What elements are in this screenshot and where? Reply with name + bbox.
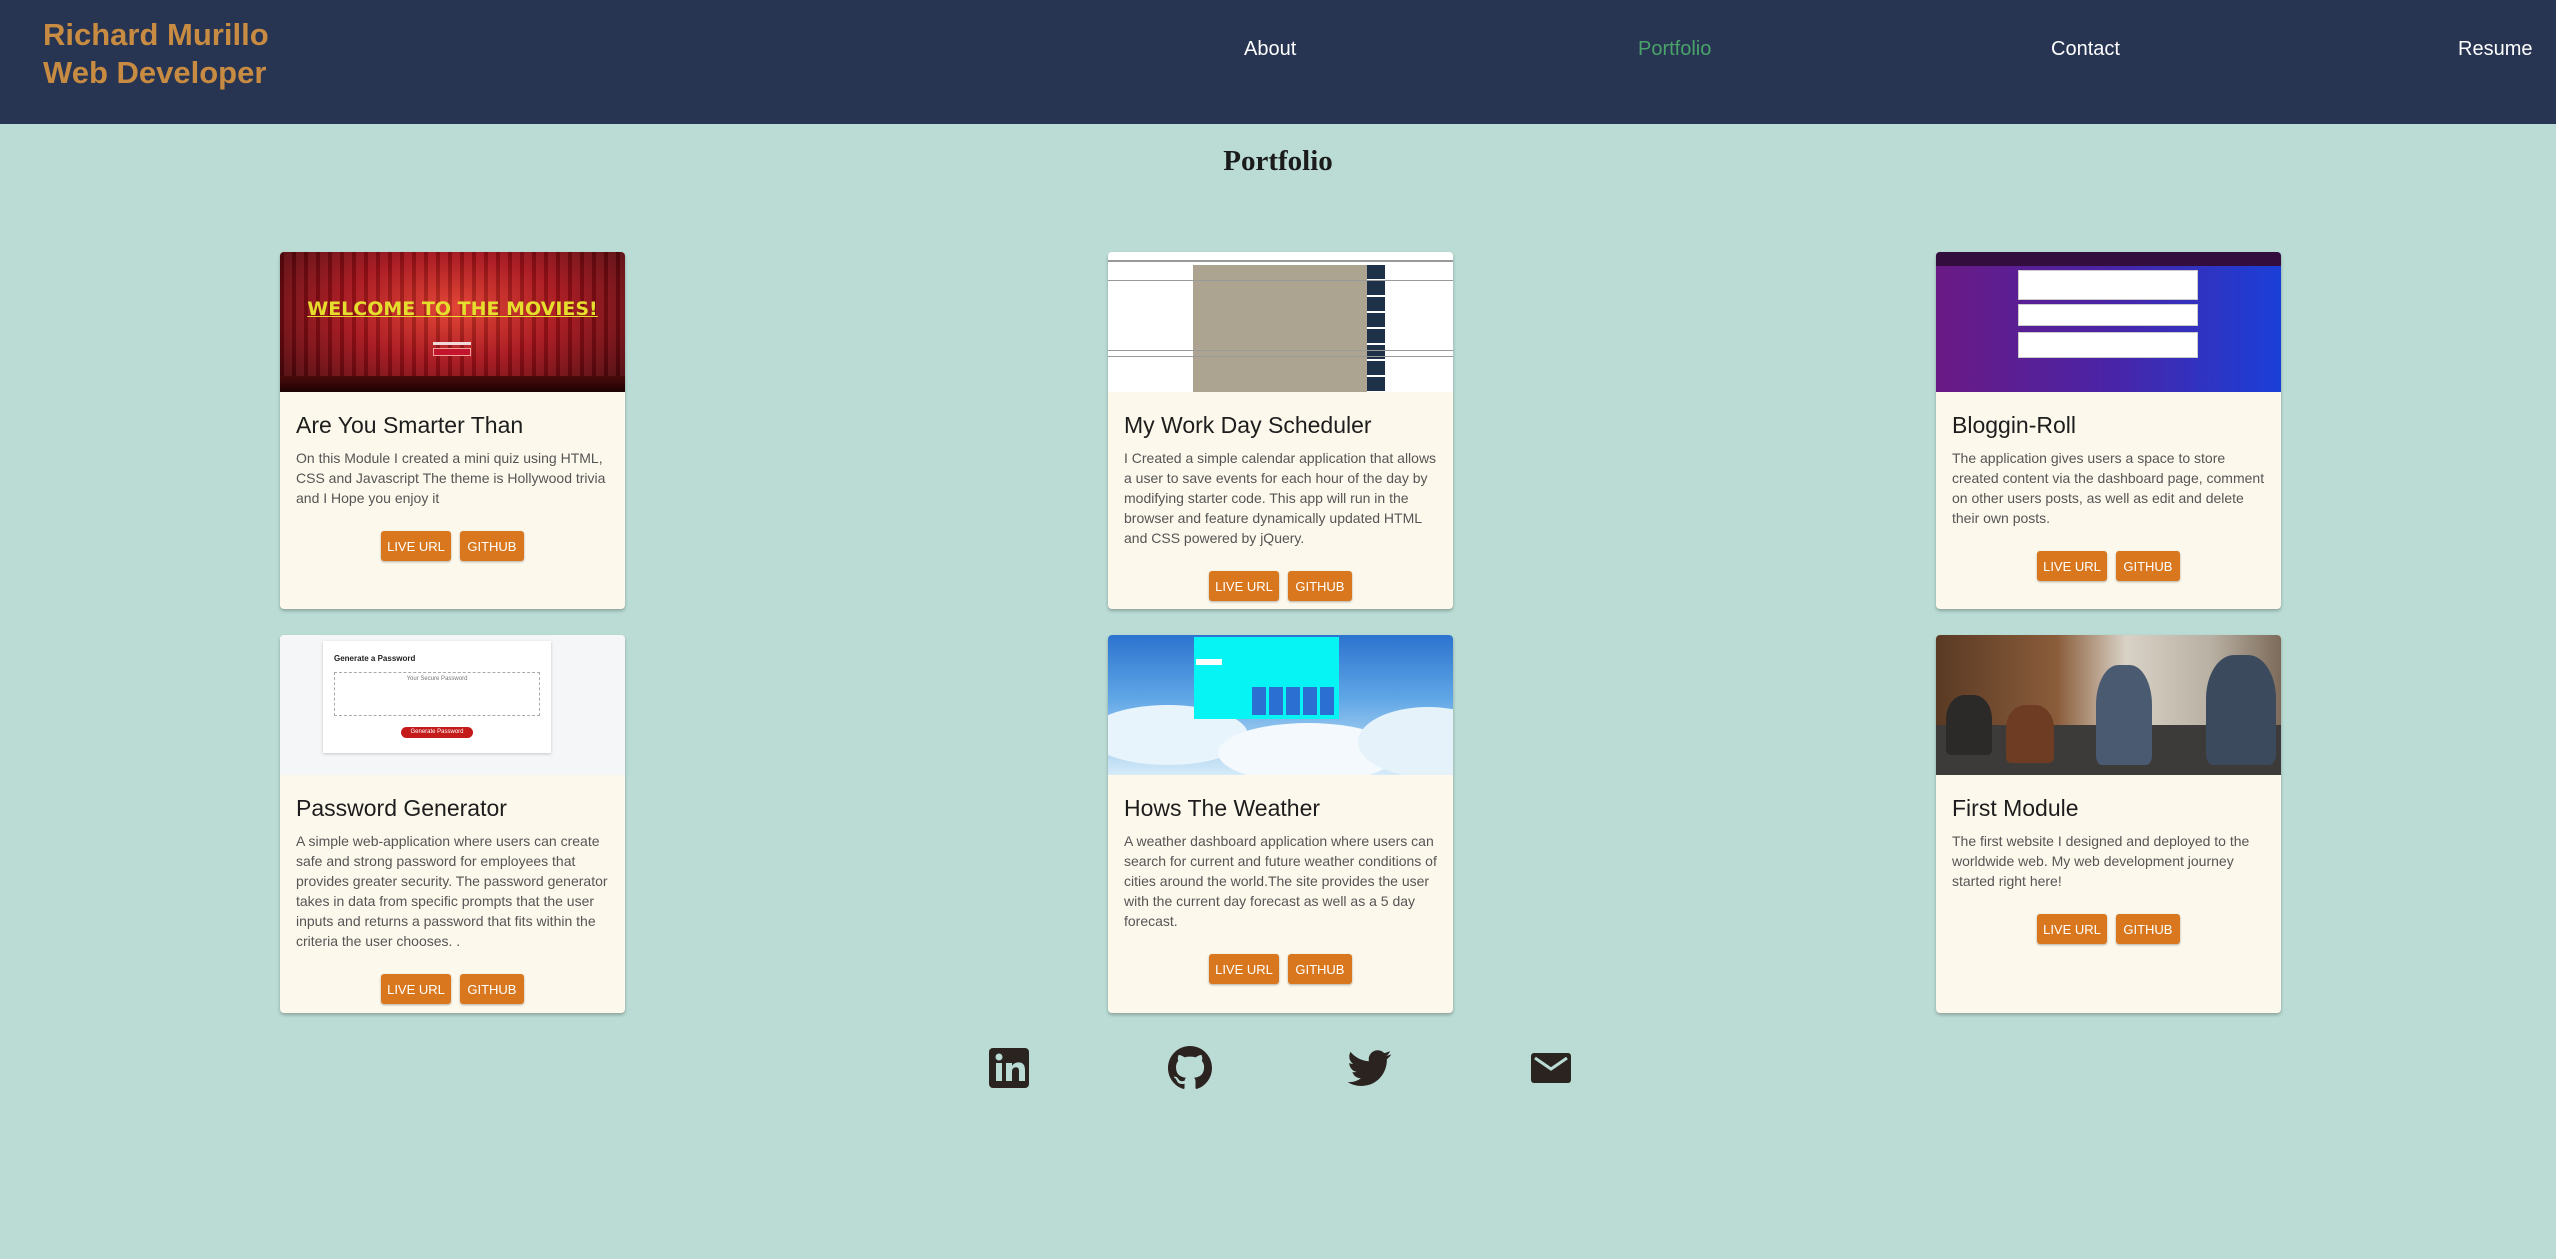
live-url-button[interactable]: LIVE URL [2037,914,2107,944]
github-button[interactable]: GITHUB [459,531,524,561]
password-thumb-heading: Generate a Password [334,654,416,663]
project-actions: LIVE URL GITHUB [1936,914,2281,944]
live-url-button[interactable]: LIVE URL [381,974,451,1004]
project-description: A weather dashboard application where us… [1124,833,1437,929]
github-button[interactable]: GITHUB [459,974,524,1004]
linkedin-icon[interactable] [987,1046,1031,1090]
project-description: On this Module I created a mini quiz usi… [296,450,606,506]
brand-tagline: Web Developer [43,55,267,90]
github-button[interactable]: GITHUB [1287,571,1352,601]
project-thumbnail-scheduler [1108,252,1453,392]
github-button[interactable]: GITHUB [2115,551,2180,581]
page-title: Portfolio [1223,145,1333,177]
nav-about-link[interactable]: About [1244,38,1296,61]
twitter-icon[interactable] [1347,1046,1392,1090]
live-url-button[interactable]: LIVE URL [2037,551,2107,581]
project-actions: LIVE URL GITHUB [1936,551,2281,581]
nav-portfolio-link[interactable]: Portfolio [1638,38,1711,61]
project-card-bloggin: Bloggin-Roll The application gives users… [1936,252,2281,609]
project-card-scheduler: My Work Day Scheduler I Created a simple… [1108,252,1453,609]
project-description: The first website I designed and deploye… [1952,833,2250,889]
live-url-button[interactable]: LIVE URL [381,531,451,561]
email-icon[interactable] [1529,1046,1573,1090]
project-description: I Created a simple calendar application … [1124,450,1437,546]
live-url-button[interactable]: LIVE URL [1209,571,1279,601]
nav-resume-link[interactable]: Resume [2458,38,2532,61]
movies-banner-text: WELCOME TO THE MOVIES! [307,298,598,320]
project-description: A simple web-application where users can… [296,833,608,949]
project-title: Bloggin-Roll [1952,412,2077,438]
project-card-first-module: First Module The first website I designe… [1936,635,2281,1013]
project-actions: LIVE URL GITHUB [280,531,625,561]
project-actions: LIVE URL GITHUB [280,974,625,1004]
project-card-weather: Hows The Weather A weather dashboard app… [1108,635,1453,1013]
project-thumbnail-blog [1936,252,2281,392]
project-thumbnail-team-photo [1936,635,2281,775]
project-description: The application gives users a space to s… [1952,450,2265,526]
project-card-password: Generate a Password Your Secure Password… [280,635,625,1013]
project-thumbnail-password: Generate a Password Your Secure Password… [280,635,625,775]
brand-name: Richard Murillo [43,17,269,52]
project-title: Password Generator [296,795,507,821]
project-title: My Work Day Scheduler [1124,412,1372,438]
project-title: Are You Smarter Than [296,412,524,438]
project-thumbnail-weather [1108,635,1453,775]
project-thumbnail-movies: WELCOME TO THE MOVIES! [280,252,625,392]
project-actions: LIVE URL GITHUB [1108,571,1453,601]
project-title: First Module [1952,795,2079,821]
live-url-button[interactable]: LIVE URL [1209,954,1279,984]
github-icon[interactable] [1168,1046,1212,1090]
nav-contact-link[interactable]: Contact [2051,38,2120,61]
project-card-smarter: WELCOME TO THE MOVIES! Are You Smarter T… [280,252,625,609]
site-brand: Richard Murillo Web Developer [43,16,269,92]
password-thumb-placeholder: Your Secure Password [406,676,468,682]
github-button[interactable]: GITHUB [2115,914,2180,944]
project-actions: LIVE URL GITHUB [1108,954,1453,984]
site-header: Richard Murillo Web Developer About Port… [0,0,2556,124]
password-thumb-button: Generate Password [401,727,473,738]
project-title: Hows The Weather [1124,795,1321,821]
github-button[interactable]: GITHUB [1287,954,1352,984]
